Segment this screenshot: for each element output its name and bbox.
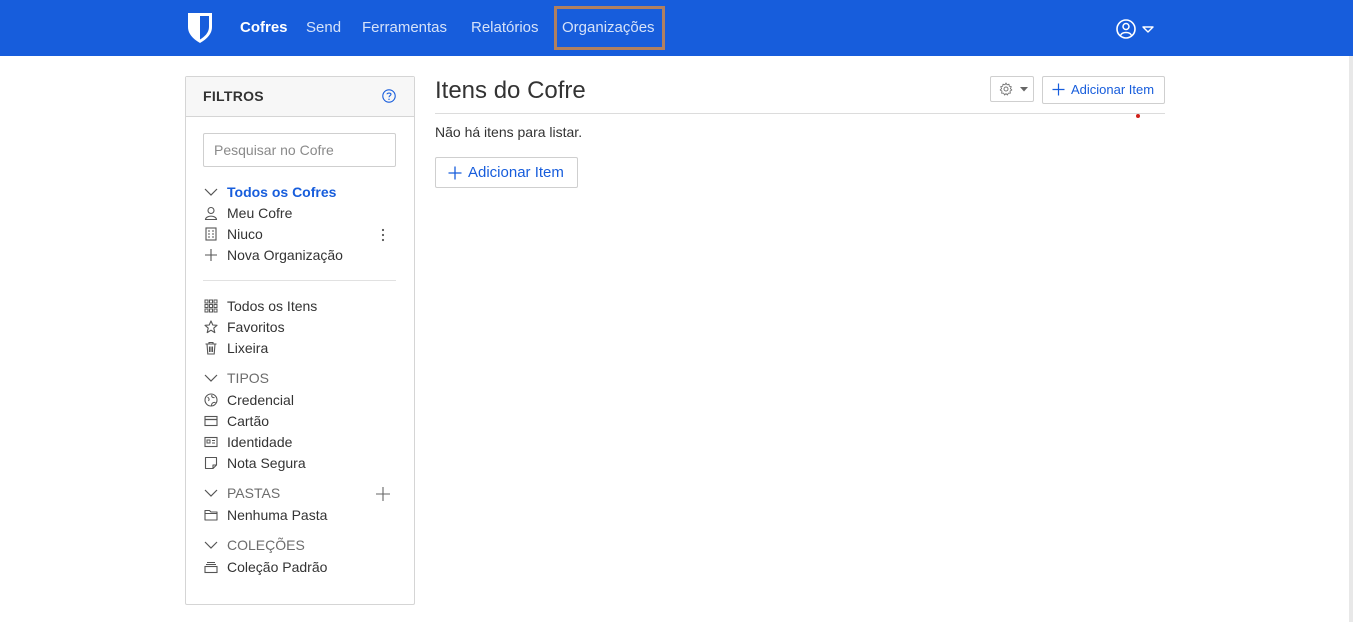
nav-send[interactable]: Send	[306, 18, 341, 38]
globe-icon	[204, 393, 218, 407]
add-item-button[interactable]: Adicionar Item	[435, 157, 578, 188]
vault-search-input[interactable]	[203, 133, 396, 167]
filter-no-folder[interactable]: Nenhuma Pasta	[204, 505, 327, 525]
page-scrollbar[interactable]	[1349, 56, 1353, 622]
filter-type-secure-note-label: Nota Segura	[227, 455, 306, 471]
grid-icon	[204, 299, 218, 313]
filter-type-login[interactable]: Credencial	[204, 390, 294, 410]
filter-no-folder-label: Nenhuma Pasta	[227, 507, 328, 523]
filter-new-organization[interactable]: Nova Organização	[204, 245, 343, 265]
trash-icon	[205, 341, 217, 355]
notification-dot	[1136, 114, 1140, 118]
id-card-icon	[204, 436, 218, 448]
title-divider	[435, 113, 1165, 114]
filter-all-items[interactable]: Todos os Itens	[204, 296, 317, 316]
filter-types-header[interactable]: TIPOS	[204, 368, 269, 388]
filters-title: FILTROS	[203, 88, 264, 104]
filter-type-card-label: Cartão	[227, 413, 270, 429]
filter-all-vaults[interactable]: Todos os Cofres	[204, 182, 336, 202]
filter-new-organization-label: Nova Organização	[227, 247, 343, 263]
top-navbar: Cofres Send Ferramentas Relatórios Organ…	[0, 0, 1353, 56]
filter-type-identity-label: Identidade	[227, 434, 293, 450]
filters-divider	[203, 280, 396, 281]
filter-types-header-label: TIPOS	[227, 370, 270, 386]
bitwarden-shield-logo[interactable]	[187, 12, 213, 44]
page-title: Itens do Cofre	[435, 77, 586, 104]
filter-my-vault-label: Meu Cofre	[227, 205, 293, 221]
filter-trash-label: Lixeira	[227, 340, 269, 356]
filter-type-login-label: Credencial	[227, 392, 294, 408]
empty-list-message: Não há itens para listar.	[435, 124, 583, 140]
collection-icon	[204, 562, 218, 574]
chevron-down-icon[interactable]	[204, 538, 218, 552]
star-icon	[204, 320, 218, 334]
filter-all-vaults-label: Todos os Cofres	[227, 184, 337, 200]
nav-tools[interactable]: Ferramentas	[362, 18, 447, 38]
plus-icon	[1052, 83, 1065, 96]
building-icon	[205, 227, 217, 241]
filter-collections-header-label: COLEÇÕES	[227, 537, 305, 553]
add-item-button-top[interactable]: Adicionar Item	[1042, 76, 1165, 104]
filter-collections-header[interactable]: COLEÇÕES	[204, 535, 305, 555]
filter-type-card[interactable]: Cartão	[204, 411, 269, 431]
sticky-note-icon	[204, 456, 218, 470]
chevron-down-icon[interactable]	[204, 371, 218, 385]
filter-favorites[interactable]: Favoritos	[204, 317, 285, 337]
vault-options-button[interactable]	[990, 76, 1034, 102]
filter-type-secure-note[interactable]: Nota Segura	[204, 453, 306, 473]
filters-header: FILTROS	[186, 77, 414, 117]
filter-default-collection[interactable]: Coleção Padrão	[204, 557, 327, 577]
nav-organizations[interactable]: Organizações	[562, 18, 655, 38]
add-item-button-top-label: Adicionar Item	[1071, 82, 1155, 97]
caret-down-icon	[1020, 87, 1028, 92]
filter-folders-header[interactable]: PASTAS	[204, 483, 280, 503]
folder-icon	[204, 509, 218, 521]
help-icon[interactable]	[382, 89, 396, 103]
nav-vaults[interactable]: Cofres	[240, 18, 288, 38]
filter-all-items-label: Todos os Itens	[227, 298, 318, 314]
add-folder-plus-icon[interactable]	[375, 486, 391, 502]
org-options-kebab-icon[interactable]	[379, 227, 387, 243]
filter-favorites-label: Favoritos	[227, 319, 285, 335]
gear-icon	[999, 82, 1013, 96]
user-icon	[204, 206, 218, 220]
filter-default-collection-label: Coleção Padrão	[227, 559, 328, 575]
add-item-button-label: Adicionar Item	[468, 164, 564, 181]
filter-folders-header-label: PASTAS	[227, 485, 281, 501]
filter-type-identity[interactable]: Identidade	[204, 432, 292, 452]
filter-org-niuco-label: Niuco	[227, 226, 263, 242]
plus-icon	[448, 166, 462, 180]
nav-reports[interactable]: Relatórios	[471, 18, 539, 38]
filter-org-niuco[interactable]: Niuco	[204, 224, 263, 244]
account-menu-icon[interactable]	[1116, 18, 1158, 40]
plus-icon	[205, 249, 217, 261]
chevron-down-icon[interactable]	[204, 185, 218, 199]
filters-panel: FILTROS Todos os Cofres Meu Cofre Niuco …	[185, 76, 415, 605]
credit-card-icon	[204, 415, 218, 427]
filter-my-vault[interactable]: Meu Cofre	[204, 203, 292, 223]
chevron-down-icon[interactable]	[204, 486, 218, 500]
filter-trash[interactable]: Lixeira	[204, 338, 268, 358]
